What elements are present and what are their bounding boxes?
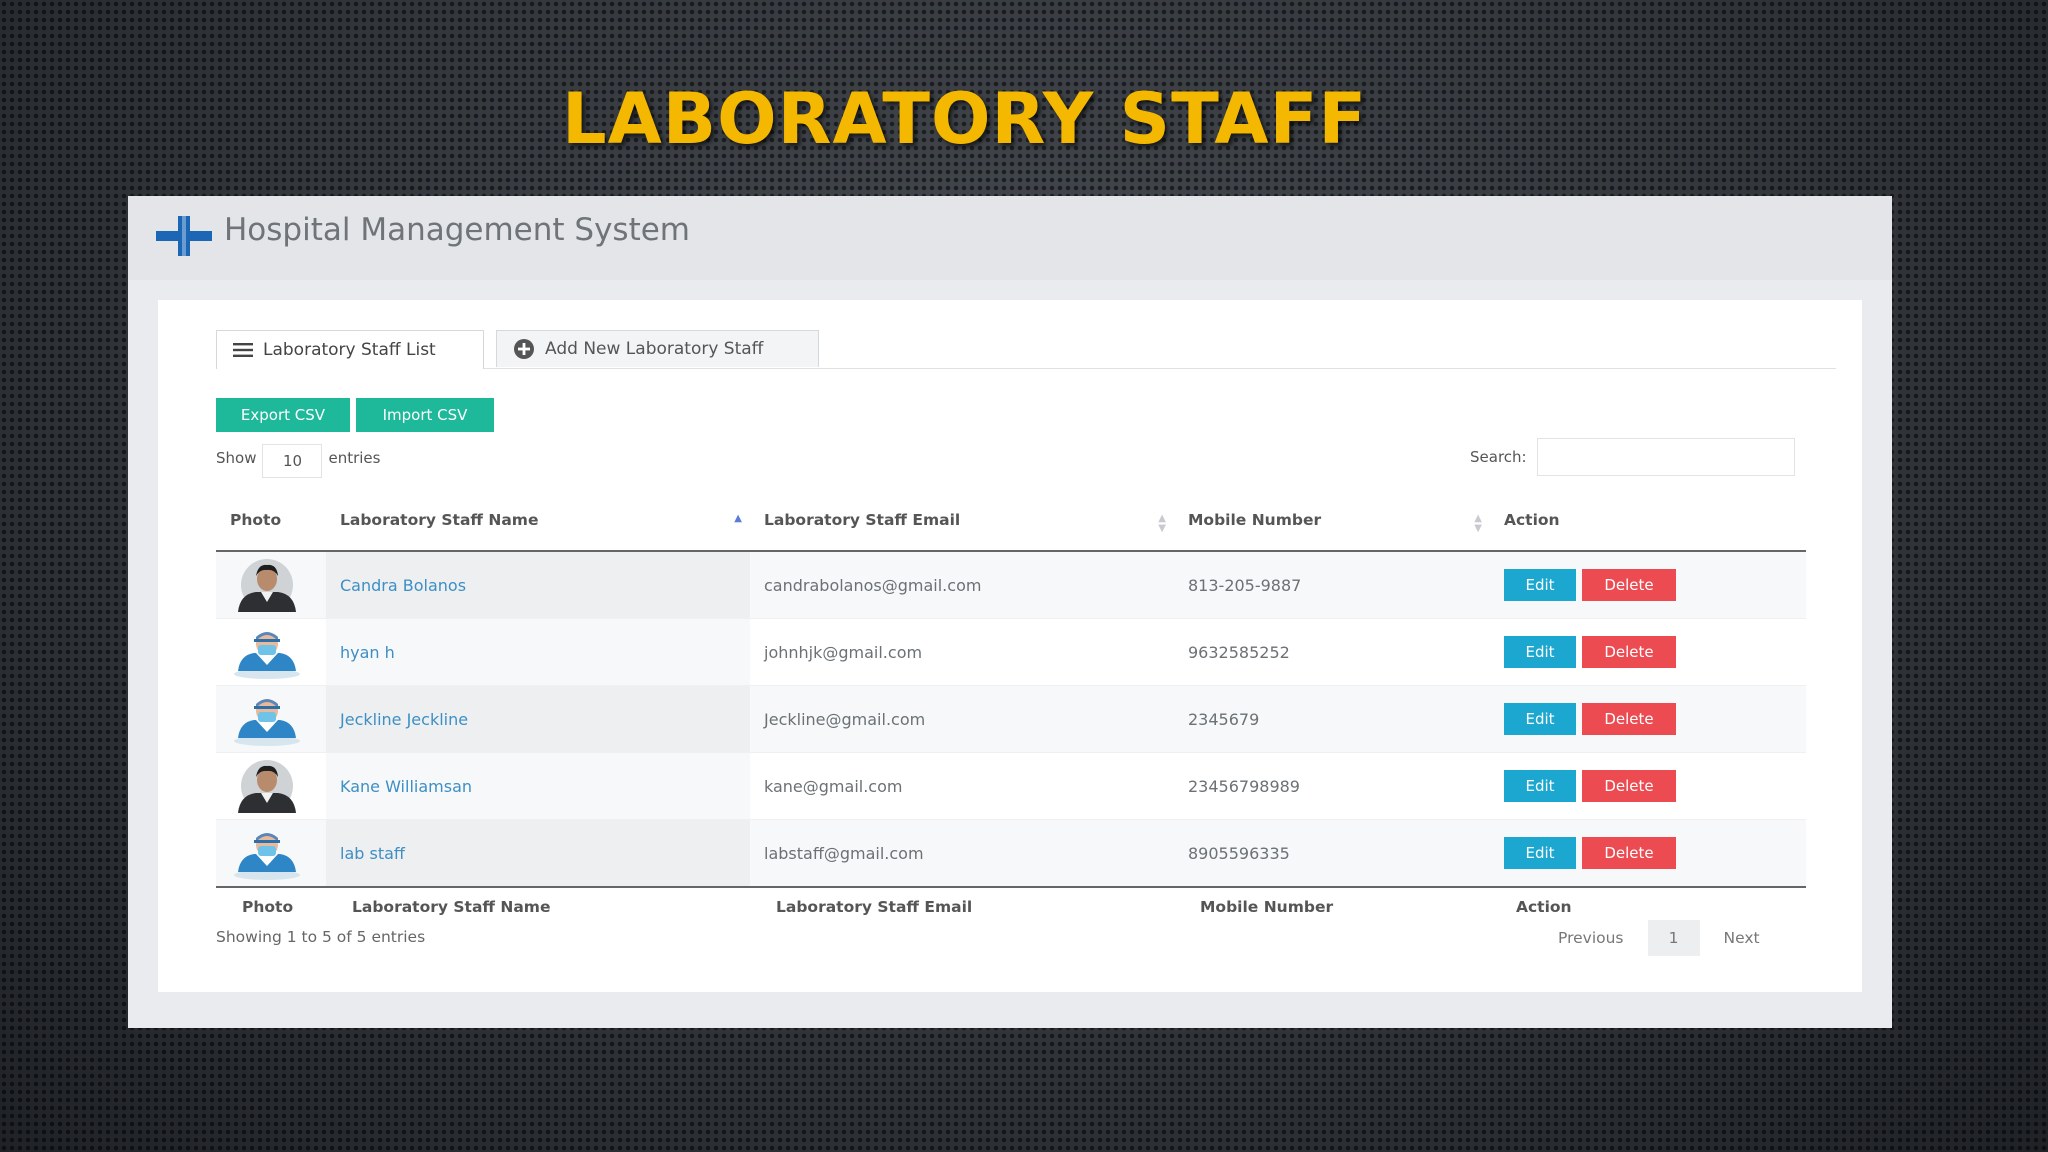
tab-add-new-laboratory-staff[interactable]: Add New Laboratory Staff	[496, 330, 819, 367]
delete-button[interactable]: Delete	[1582, 636, 1676, 668]
sort-both-icon: ▲ ▼	[1158, 513, 1166, 534]
column-header-name[interactable]: Laboratory Staff Name ▲	[326, 490, 750, 552]
search-input[interactable]	[1536, 438, 1795, 476]
tab-label: Laboratory Staff List	[263, 340, 436, 360]
edit-button[interactable]: Edit	[1504, 703, 1576, 735]
footer-header-mobile: Mobile Number	[1174, 886, 1490, 926]
app-title: Hospital Management System	[224, 212, 690, 248]
edit-button[interactable]: Edit	[1504, 636, 1576, 668]
photo-cell	[216, 685, 326, 753]
photo-cell	[216, 819, 326, 887]
next-page-button[interactable]: Next	[1724, 929, 1760, 947]
list-icon	[233, 343, 253, 357]
masked-staff-avatar	[230, 692, 304, 746]
tab-label: Add New Laboratory Staff	[545, 339, 764, 359]
table-row: Kane Williamsan kane@gmail.com 234567989…	[216, 752, 1806, 820]
action-cell: Edit Delete	[1490, 618, 1806, 686]
staff-mobile: 813-205-9887	[1174, 550, 1490, 619]
delete-button[interactable]: Delete	[1582, 569, 1676, 601]
search-control: Search:	[1470, 438, 1795, 476]
staff-name-link[interactable]: Jeckline Jeckline	[326, 685, 750, 753]
footer-header-photo: Photo	[216, 886, 326, 926]
staff-mobile: 9632585252	[1174, 618, 1490, 686]
pagination: Previous 1 Next	[1558, 920, 1760, 956]
staff-mobile: 2345679	[1174, 685, 1490, 753]
slide-title: LABORATORY STAFF	[562, 78, 1368, 160]
staff-table: Photo Laboratory Staff Name ▲ Laboratory …	[216, 490, 1806, 926]
footer-header-name: Laboratory Staff Name	[326, 886, 750, 926]
edit-button[interactable]: Edit	[1504, 770, 1576, 802]
entries-select[interactable]: 10	[262, 444, 323, 478]
male-photo-avatar	[230, 558, 304, 612]
column-header-action: Action	[1490, 490, 1806, 552]
table-row: Jeckline Jeckline Jeckline@gmail.com 234…	[216, 685, 1806, 753]
sort-both-icon: ▲ ▼	[1474, 513, 1482, 534]
staff-name-link[interactable]: hyan h	[326, 618, 750, 686]
table-row: lab staff labstaff@gmail.com 8905596335 …	[216, 819, 1806, 887]
tab-laboratory-staff-list[interactable]: Laboratory Staff List	[216, 330, 484, 369]
plus-circle-icon	[513, 338, 535, 360]
delete-button[interactable]: Delete	[1582, 770, 1676, 802]
staff-email: kane@gmail.com	[750, 752, 1174, 820]
staff-email: Jeckline@gmail.com	[750, 685, 1174, 753]
entries-label: entries	[328, 449, 381, 467]
app-header: Hospital Management System	[128, 196, 1892, 280]
column-header-email-label: Laboratory Staff Email	[764, 511, 961, 529]
app-window: Hospital Management System Laboratory St…	[128, 196, 1892, 1028]
action-cell: Edit Delete	[1490, 752, 1806, 820]
edit-button[interactable]: Edit	[1504, 837, 1576, 869]
column-header-mobile[interactable]: Mobile Number ▲ ▼	[1174, 490, 1490, 552]
table-row: Candra Bolanos candrabolanos@gmail.com 8…	[216, 550, 1806, 619]
column-header-mobile-label: Mobile Number	[1188, 511, 1322, 529]
action-cell: Edit Delete	[1490, 819, 1806, 887]
entries-length-control: Show 10 entries	[216, 438, 380, 478]
table-row: hyan h johnhjk@gmail.com 9632585252 Edit…	[216, 618, 1806, 686]
column-header-photo: Photo	[216, 490, 326, 552]
staff-email: candrabolanos@gmail.com	[750, 550, 1174, 619]
photo-cell	[216, 618, 326, 686]
staff-email: johnhjk@gmail.com	[750, 618, 1174, 686]
staff-name-link[interactable]: lab staff	[326, 819, 750, 887]
column-header-email[interactable]: Laboratory Staff Email ▲ ▼	[750, 490, 1174, 552]
hospital-cross-logo-icon	[156, 216, 212, 256]
delete-button[interactable]: Delete	[1582, 837, 1676, 869]
table-header-row: Photo Laboratory Staff Name ▲ Laboratory …	[216, 490, 1806, 552]
staff-name-link[interactable]: Kane Williamsan	[326, 752, 750, 820]
column-header-name-label: Laboratory Staff Name	[340, 511, 539, 529]
action-cell: Edit Delete	[1490, 685, 1806, 753]
staff-mobile: 8905596335	[1174, 819, 1490, 887]
delete-button[interactable]: Delete	[1582, 703, 1676, 735]
import-csv-button[interactable]: Import CSV	[356, 398, 494, 432]
tab-bar: Laboratory Staff List Add New Laboratory…	[216, 330, 1836, 369]
previous-page-button[interactable]: Previous	[1558, 929, 1624, 947]
photo-cell	[216, 550, 326, 619]
search-label: Search:	[1470, 448, 1527, 466]
sort-ascending-icon: ▲	[734, 513, 742, 524]
masked-staff-avatar	[230, 826, 304, 880]
male-photo-avatar	[230, 759, 304, 813]
staff-mobile: 23456798989	[1174, 752, 1490, 820]
staff-email: labstaff@gmail.com	[750, 819, 1174, 887]
footer-header-email: Laboratory Staff Email	[750, 886, 1174, 926]
photo-cell	[216, 752, 326, 820]
page-number-button[interactable]: 1	[1647, 920, 1700, 956]
staff-name-link[interactable]: Candra Bolanos	[326, 550, 750, 619]
edit-button[interactable]: Edit	[1504, 569, 1576, 601]
export-csv-button[interactable]: Export CSV	[216, 398, 350, 432]
show-label: Show	[216, 449, 257, 467]
content-panel: Laboratory Staff List Add New Laboratory…	[158, 300, 1862, 992]
masked-staff-avatar	[230, 625, 304, 679]
table-info: Showing 1 to 5 of 5 entries	[216, 928, 426, 946]
action-cell: Edit Delete	[1490, 550, 1806, 619]
